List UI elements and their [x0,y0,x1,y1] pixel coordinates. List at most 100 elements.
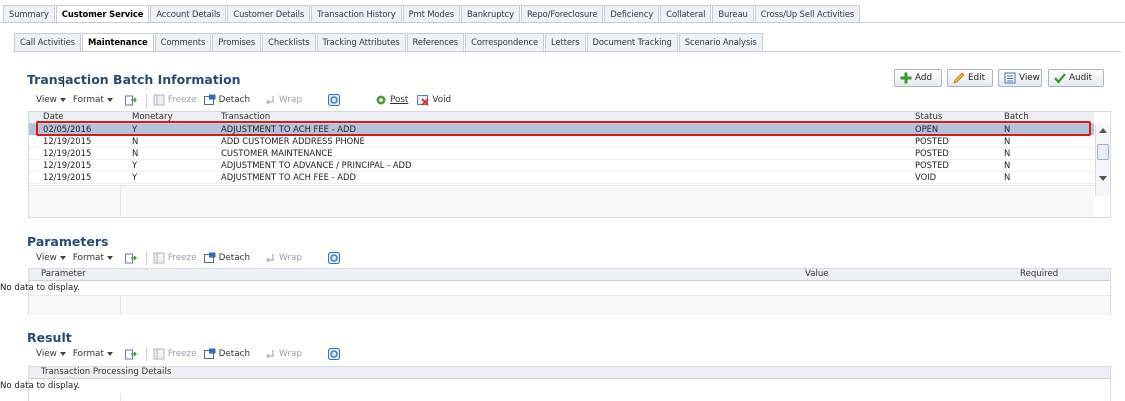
view-menu[interactable]: View [36,349,66,359]
cell-batch: N [1004,172,1011,182]
cell-transaction: ADJUSTMENT TO ACH FEE - ADD [221,172,356,182]
tab-repo-foreclosure[interactable]: Repo/Foreclosure [520,5,604,23]
void-button[interactable]: Void [417,94,451,106]
audit-button[interactable]: Audit [1048,69,1104,87]
refresh-button[interactable] [327,94,343,106]
void-icon [417,94,429,106]
detach-icon [203,252,216,264]
section-title-parameters: Parameters [27,234,109,249]
export-button[interactable] [124,94,140,106]
freeze-icon [153,94,165,106]
subtab-references[interactable]: References [406,33,465,51]
subtab-tracking-attributes[interactable]: Tracking Attributes [316,33,406,51]
export-button[interactable] [124,348,140,360]
tab-bureau[interactable]: Bureau [712,5,754,23]
detach-button[interactable]: Detach [203,94,250,106]
gear-icon [375,94,387,106]
col-transaction-processing-details[interactable]: Transaction Processing Details [41,367,171,378]
freeze-button[interactable]: Freeze [153,252,197,264]
plus-icon [900,72,912,84]
caret-down-icon [59,256,66,260]
freeze-label: Freeze [167,253,197,263]
toolbar-separator [145,251,147,265]
refresh-icon [327,348,340,360]
freeze-button[interactable]: Freeze [153,94,197,106]
col-value[interactable]: Value [805,269,829,280]
tab-account-details[interactable]: Account Details [150,5,227,23]
view-menu[interactable]: View [36,253,66,263]
format-menu[interactable]: Format [73,349,113,359]
subtab-comments[interactable]: Comments [154,33,212,51]
cell-batch: N [1004,148,1011,158]
edit-button[interactable]: Edit [947,69,993,87]
format-menu[interactable]: Format [73,95,113,105]
subtab-letters[interactable]: Letters [545,33,586,51]
table-row[interactable]: 12/19/2015 N ADD CUSTOMER ADDRESS PHONE … [29,136,1094,148]
highlight-box [36,121,1091,136]
cell-monetary: N [132,136,139,146]
result-table: Transaction Processing Details [28,366,1111,401]
subtab-call-activities[interactable]: Call Activities [14,33,82,51]
subtab-correspondence[interactable]: Correspondence [465,33,545,51]
refresh-button[interactable] [327,348,343,360]
post-button[interactable]: Post [375,94,408,106]
table-row[interactable]: 12/19/2015 N CUSTOMER MAINTENANCE POSTED… [29,148,1094,160]
cell-batch: N [1004,160,1011,170]
batch-scrollbar[interactable] [1095,124,1110,196]
result-toolbar: View Format Freeze Detach Wrap [36,346,343,362]
detach-icon [203,348,216,360]
text-cursor-icon [63,76,64,87]
export-icon [124,252,137,264]
export-icon [124,348,137,360]
format-menu[interactable]: Format [73,253,113,263]
detach-button[interactable]: Detach [203,252,250,264]
view-menu-label: View [36,253,57,263]
freeze-label: Freeze [167,95,197,105]
refresh-icon [327,252,340,264]
audit-label: Audit [1069,73,1093,83]
wrap-button[interactable]: Wrap [264,252,302,264]
tab-pmt-modes[interactable]: Pmt Modes [402,5,461,23]
col-parameter[interactable]: Parameter [41,269,86,280]
detach-button[interactable]: Detach [203,348,250,360]
wrap-icon [264,348,276,360]
add-label: Add [915,73,933,83]
table-footer-divider [120,185,121,216]
view-menu[interactable]: View [36,95,66,105]
col-required[interactable]: Required [1020,269,1058,280]
scroll-up-icon[interactable] [1099,128,1107,133]
subtab-scenario-analysis[interactable]: Scenario Analysis [678,33,763,51]
tab-summary[interactable]: Summary [3,5,55,23]
wrap-button[interactable]: Wrap [264,94,302,106]
refresh-button[interactable] [327,252,343,264]
wrap-icon [264,94,276,106]
tab-transaction-history[interactable]: Transaction History [311,5,402,23]
tab-customer-details[interactable]: Customer Details [227,5,311,23]
tab-deficiency[interactable]: Deficiency [604,5,660,23]
export-button[interactable] [124,252,140,264]
format-menu-label: Format [72,95,104,105]
scroll-thumb[interactable] [1097,144,1109,160]
subtab-checklists[interactable]: Checklists [262,33,316,51]
view-button[interactable]: View [998,69,1042,87]
wrap-button[interactable]: Wrap [264,348,302,360]
scroll-down-icon[interactable] [1099,176,1107,181]
tab-collateral[interactable]: Collateral [660,5,712,23]
add-button[interactable]: Add [894,69,942,87]
table-row[interactable]: 12/19/2015 Y ADJUSTMENT TO ACH FEE - ADD… [29,172,1094,184]
cell-date: 12/19/2015 [43,148,92,158]
subtab-document-tracking[interactable]: Document Tracking [586,33,678,51]
toolbar-separator [145,347,147,361]
subtab-promises[interactable]: Promises [212,33,262,51]
section-title-result: Result [27,330,72,345]
table-row[interactable]: 12/19/2015 Y ADJUSTMENT TO ADVANCE / PRI… [29,160,1094,172]
cell-monetary: N [132,148,139,158]
tab-cross-up-sell[interactable]: Cross/Up Sell Activities [754,5,861,23]
view-menu-label: View [36,349,57,359]
caret-down-icon [106,256,113,260]
tab-bankruptcy[interactable]: Bankruptcy [461,5,520,23]
pencil-icon [953,72,965,84]
subtab-maintenance[interactable]: Maintenance [82,33,154,52]
freeze-button[interactable]: Freeze [153,348,197,360]
wrap-label: Wrap [279,253,302,263]
